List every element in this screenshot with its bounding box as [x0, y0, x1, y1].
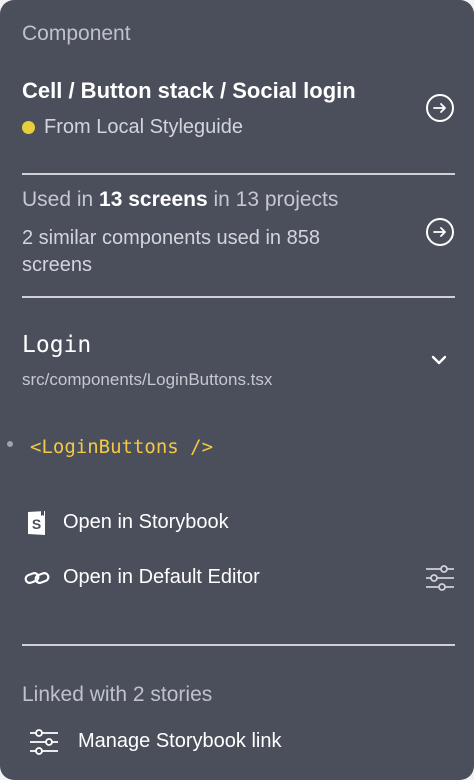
- sliders-icon[interactable]: [424, 564, 456, 592]
- code-component-title: Login: [22, 332, 92, 358]
- usage-prefix: Used in: [22, 188, 100, 211]
- open-storybook-label: Open in Storybook: [63, 511, 229, 533]
- file-path: src/components/LoginButtons.tsx: [22, 370, 273, 389]
- usage-suffix: in 13 projects: [207, 188, 339, 211]
- divider: [22, 173, 455, 175]
- component-panel: Component Cell / Button stack / Social l…: [0, 0, 474, 780]
- storybook-icon: S: [28, 511, 45, 535]
- open-editor-label: Open in Default Editor: [63, 566, 260, 588]
- source-label: From Local Styleguide: [44, 116, 243, 138]
- manage-storybook-link-label[interactable]: Manage Storybook link: [78, 730, 281, 753]
- section-title: Component: [22, 22, 131, 45]
- usage-summary: Used in 13 screens in 13 projects: [22, 188, 338, 212]
- linked-stories-text: Linked with 2 stories: [22, 683, 213, 706]
- similar-components-text: 2 similar components used in 858 screens: [22, 227, 320, 276]
- bullet-dot: [7, 441, 13, 447]
- svg-text:S: S: [32, 516, 41, 532]
- divider: [22, 296, 455, 298]
- go-to-component-button[interactable]: [426, 94, 454, 122]
- chevron-down-icon[interactable]: [428, 350, 450, 370]
- open-editor-action[interactable]: Open in Default Editor: [22, 563, 322, 593]
- arrow-right-circle-icon: [433, 227, 446, 237]
- component-name: Cell / Button stack / Social login: [22, 78, 356, 103]
- usage-screens-count: 13 screens: [99, 188, 208, 211]
- open-storybook-action[interactable]: S Open in Storybook: [22, 508, 322, 538]
- arrow-right-circle-icon: [433, 103, 446, 113]
- sliders-icon: [30, 729, 58, 755]
- link-icon: [24, 572, 50, 584]
- code-snippet: <LoginButtons />: [30, 436, 214, 458]
- source-status-dot: [22, 121, 35, 134]
- view-usage-button[interactable]: [426, 218, 454, 246]
- divider: [22, 644, 455, 646]
